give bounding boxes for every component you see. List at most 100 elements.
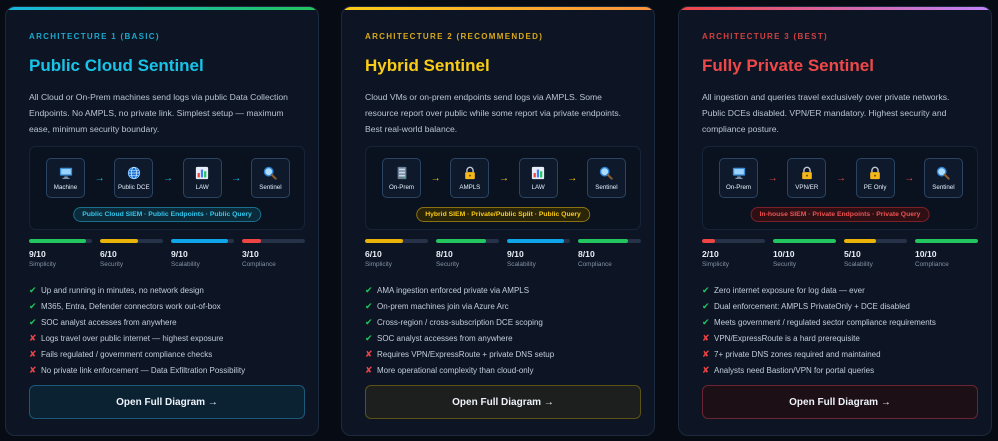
cross-icon: ✘ (702, 364, 710, 375)
metric-bar (100, 239, 163, 243)
check-icon: ✔ (365, 332, 373, 343)
list-item: ✔ M365, Entra, Defender connectors work o… (29, 300, 221, 311)
metric-security: 8/10 Security (436, 239, 499, 268)
card-eyebrow: ARCHITECTURE 1 (BASIC) (29, 32, 160, 41)
arrow-icon: → (904, 172, 915, 184)
metric-label: Security (436, 261, 460, 268)
card-title: Hybrid Sentinel (365, 56, 490, 75)
card-description: Cloud VMs or on-prem endpoints send logs… (365, 92, 622, 134)
metric-label: Compliance (578, 261, 612, 268)
metric-score: 8/10 (578, 249, 595, 259)
node-machine: Machine (46, 158, 85, 198)
magnifier-icon (600, 166, 614, 180)
check-icon: ✔ (29, 284, 37, 295)
arrow-icon: → (94, 172, 105, 184)
arrow-icon: → (430, 172, 441, 184)
check-icon: ✔ (365, 316, 373, 327)
node-label: LAW (195, 183, 209, 191)
metric-score: 9/10 (171, 249, 188, 259)
list-item: ✘ No private link enforcement — Data Exfi… (29, 364, 246, 375)
check-icon: ✔ (29, 300, 37, 311)
node-label: On-Prem (388, 183, 415, 191)
check-icon: ✔ (702, 316, 710, 327)
node-public-dce: Public DCE (114, 158, 154, 198)
arrow-icon: → (498, 172, 509, 184)
open-full-diagram-button[interactable]: Open Full Diagram → (29, 385, 305, 419)
arrow-icon: → (162, 172, 173, 184)
lock-icon (802, 166, 812, 179)
check-icon: ✔ (702, 284, 710, 295)
check-icon: ✔ (29, 316, 37, 327)
node-law: LAW (182, 158, 222, 198)
metric-bar (578, 239, 641, 243)
metric-bar (915, 239, 978, 243)
metric-compliance: 3/10 Compliance (242, 239, 305, 268)
node-label: Public DCE (117, 183, 150, 191)
node-vpn-er: VPN/ER (787, 158, 827, 198)
cross-icon: ✘ (365, 364, 373, 375)
list-item: ✔ SOC analyst accesses from anywhere (365, 332, 513, 343)
open-full-diagram-button[interactable]: Open Full Diagram → (702, 385, 978, 419)
card-title: Fully Private Sentinel (702, 56, 874, 75)
metric-score: 2/10 (702, 249, 719, 259)
server-icon (397, 166, 406, 179)
card-eyebrow: ARCHITECTURE 2 (RECOMMENDED) (365, 32, 544, 41)
pros-cons-list: ✔ Zero internet exposure for log data — e… (702, 282, 978, 378)
metric-label: Compliance (242, 261, 276, 268)
metric-label: Security (100, 261, 124, 268)
computer-icon (59, 167, 72, 179)
metric-score: 10/10 (915, 249, 937, 259)
architecture-card-best: ARCHITECTURE 3 (BEST) Fully Private Sent… (678, 6, 992, 436)
metric-simplicity: 2/10 Simplicity (702, 239, 765, 268)
cross-icon: ✘ (29, 332, 37, 343)
node-pe-only: PE Only (855, 158, 895, 198)
architecture-card-recommended: ARCHITECTURE 2 (RECOMMENDED) Hybrid Sent… (341, 6, 655, 436)
metric-bar (436, 239, 499, 243)
architecture-card-basic: ARCHITECTURE 1 (BASIC) Public Cloud Sent… (5, 6, 319, 436)
metric-bar (242, 239, 305, 243)
node-label: AMPLS (459, 183, 481, 191)
pros-cons-list: ✔ Up and running in minutes, no network d… (29, 282, 305, 378)
architecture-pill: In-house SIEM · Private Endpoints · Priv… (750, 207, 930, 222)
card-title: Public Cloud Sentinel (29, 56, 204, 75)
metric-label: Scalability (507, 261, 536, 268)
metric-label: Simplicity (702, 261, 729, 268)
check-icon: ✔ (365, 284, 373, 295)
cross-icon: ✘ (29, 364, 37, 375)
metric-score: 6/10 (100, 249, 117, 259)
metric-label: Scalability (844, 261, 873, 268)
metric-bar (702, 239, 765, 243)
node-sentinel: Sentinel (923, 158, 963, 198)
node-on-prem: On-Prem (382, 158, 421, 198)
lock-icon (870, 166, 880, 179)
node-label: Machine (53, 183, 78, 191)
computer-icon (732, 167, 745, 179)
bar-chart-icon (196, 166, 209, 179)
metric-scalability: 9/10 Scalability (507, 239, 570, 268)
metrics-row: 2/10 Simplicity 10/10 Security 5/10 Scal… (702, 239, 978, 268)
node-label: Sentinel (259, 183, 282, 191)
magnifier-icon (937, 166, 951, 180)
metric-simplicity: 9/10 Simplicity (29, 239, 92, 268)
flow-diagram: On-Prem → VPN/ER → PE Only → Sentinel In… (702, 146, 978, 230)
metric-compliance: 8/10 Compliance (578, 239, 641, 268)
metric-label: Scalability (171, 261, 200, 268)
open-full-diagram-button[interactable]: Open Full Diagram → (365, 385, 641, 419)
metric-scalability: 5/10 Scalability (844, 239, 907, 268)
metrics-row: 6/10 Simplicity 8/10 Security 9/10 Scala… (365, 239, 641, 268)
node-on-prem: On-Prem (719, 158, 758, 198)
list-item: ✘ More operational complexity than cloud-… (365, 364, 534, 375)
node-law: LAW (518, 158, 558, 198)
node-sentinel: Sentinel (586, 158, 626, 198)
arrow-icon: → (835, 172, 846, 184)
metric-scalability: 9/10 Scalability (171, 239, 234, 268)
metric-label: Simplicity (365, 261, 392, 268)
card-description: All ingestion and queries travel exclusi… (702, 92, 950, 134)
node-label: Sentinel (932, 183, 955, 191)
list-item: ✔ On-prem machines join via Azure Arc (365, 300, 509, 311)
node-label: VPN/ER (795, 183, 819, 191)
flow-diagram: On-Prem → AMPLS → LAW → Sentinel Hybrid … (365, 146, 641, 230)
metric-score: 9/10 (29, 249, 46, 259)
metric-bar (507, 239, 570, 243)
card-eyebrow: ARCHITECTURE 3 (BEST) (702, 32, 828, 41)
